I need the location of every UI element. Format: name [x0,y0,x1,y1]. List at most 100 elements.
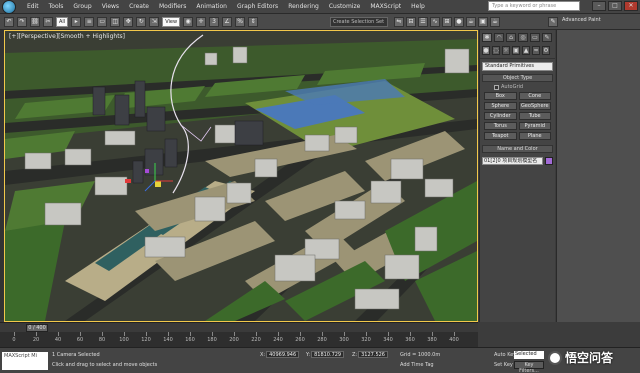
tube-button[interactable]: Tube [518,112,551,120]
geometry-icon[interactable]: ● [482,46,490,55]
autogrid-checkbox[interactable] [494,84,499,90]
unlink-icon[interactable]: ✂ [43,16,53,27]
minimize-button[interactable]: – [592,1,606,11]
systems-icon[interactable]: ⚙ [542,46,550,55]
grid-size: Grid = 1000.0m [400,352,441,358]
search-input[interactable]: Type a keyword or phrase [488,1,580,11]
track-tick [190,332,191,336]
max-window: Edit Tools Group Views Create Modifiers … [0,0,640,373]
motion-tab-icon[interactable]: ◎ [518,33,528,42]
spinner-snap-icon[interactable]: ⇕ [248,16,259,27]
x-value[interactable]: 40969.946 [266,351,300,358]
close-button[interactable]: ✕ [624,1,638,11]
object-color-swatch[interactable] [545,157,553,165]
menu-customize[interactable]: Customize [324,3,366,10]
command-panel: ✱ ◠ ⌂ ◎ ▭ ✎ ● ◌ ☼ ▣ ▲ ≈ ⚙ Standard Primi… [479,30,555,322]
cameras-icon[interactable]: ▣ [512,46,520,55]
undo-icon[interactable]: ↶ [4,16,14,27]
track-tick [278,332,279,336]
select-object-icon[interactable]: ▸ [71,16,82,27]
menu-graph-editors[interactable]: Graph Editors [232,3,283,10]
utilities-tab-icon[interactable]: ✎ [542,33,552,42]
curve-editor-icon[interactable]: ∿ [430,17,440,27]
menu-views[interactable]: Views [97,3,124,10]
spacewarps-icon[interactable]: ≈ [532,46,540,55]
track-tick [58,332,59,336]
scale-icon[interactable]: ⇲ [149,16,160,27]
named-selection-set-dropdown[interactable]: Create Selection Set [330,17,388,27]
menu-edit[interactable]: Edit [22,3,44,10]
track-tick [234,332,235,336]
modify-tab-icon[interactable]: ◠ [494,33,504,42]
category-dropdown[interactable]: Standard Primitives [482,62,553,71]
pivot-icon[interactable]: ◉ [183,16,194,27]
selection-filter-dropdown[interactable]: All [56,16,69,27]
angle-snap-icon[interactable]: ∠ [222,16,233,27]
render-icon[interactable]: ☕ [490,17,500,27]
teapot-button[interactable]: Teapot [484,132,517,140]
torus-button[interactable]: Torus [484,122,517,130]
align-icon[interactable]: ⊟ [406,17,416,27]
rotate-icon[interactable]: ↻ [136,16,147,27]
hierarchy-tab-icon[interactable]: ⌂ [506,33,516,42]
perspective-viewport[interactable]: [+][Perspective][Smooth + Highlights] [4,30,478,322]
app-logo-icon[interactable] [2,0,16,14]
manipulate-icon[interactable]: ✛ [196,16,207,27]
create-tab-icon[interactable]: ✱ [482,33,492,42]
menu-rendering[interactable]: Rendering [283,3,324,10]
sphere-button[interactable]: Sphere [484,102,517,110]
shapes-icon[interactable]: ◌ [492,46,500,55]
move-icon[interactable]: ✥ [123,16,134,27]
maximize-button[interactable]: □ [608,1,622,11]
redo-icon[interactable]: ↷ [17,16,27,27]
box-button[interactable]: Box [484,92,517,100]
rect-select-icon[interactable]: ▭ [97,16,108,27]
key-selection-dropdown[interactable]: Selected [514,351,544,359]
maxscript-listener[interactable]: MAXScript Mi [2,352,48,370]
y-value[interactable]: 81810.729 [311,351,345,358]
helpers-icon[interactable]: ▲ [522,46,530,55]
menu-create[interactable]: Create [124,3,154,10]
reference-coord-dropdown[interactable]: View [162,16,181,27]
schematic-icon[interactable]: ⊞ [442,17,452,27]
track-bar[interactable]: 0 20 40 60 80 100 120 140 160 180 200 220 240 260 280 3… [0,332,478,347]
object-name-field[interactable]: 01[2]0 项目规划模型名 [482,157,543,165]
menu-group[interactable]: Group [68,3,96,10]
menu-modifiers[interactable]: Modifiers [154,3,191,10]
lights-icon[interactable]: ☼ [502,46,510,55]
window-crossing-icon[interactable]: ◫ [110,16,121,27]
time-slider-thumb[interactable]: 0 / 400 [26,324,48,332]
auto-key-button[interactable]: Auto Key [494,352,516,358]
plane-button[interactable]: Plane [518,132,551,140]
advanced-paint-label[interactable]: Advanced Paint [562,17,601,23]
cone-button[interactable]: Cone [518,92,551,100]
link-icon[interactable]: ⛓ [30,16,40,27]
menu-help[interactable]: Help [406,3,430,10]
layer-icon[interactable]: ☰ [418,17,428,27]
menu-tools[interactable]: Tools [44,3,69,10]
material-editor-icon[interactable]: ● [454,17,464,27]
pyramid-button[interactable]: Pyramid [518,122,551,130]
set-key-button[interactable]: Set Key [494,362,513,368]
snap-icon[interactable]: 3 [209,16,220,27]
menu-animation[interactable]: Animation [191,3,232,10]
geosphere-button[interactable]: GeoSphere [518,102,551,110]
key-filters-button[interactable]: Key Filters... [514,361,544,373]
render-setup-icon[interactable]: ☕ [466,17,476,27]
time-slider[interactable]: 0 / 400 [0,322,478,332]
paint-icon[interactable]: ✎ [548,17,558,27]
track-tick [168,332,169,336]
name-and-color-rollout[interactable]: Name and Color [482,145,553,153]
object-type-rollout[interactable]: Object Type [482,74,553,82]
mirror-icon[interactable]: ⇋ [394,17,404,27]
add-time-tag[interactable]: Add Time Tag [400,362,434,368]
rendered-frame-icon[interactable]: ▣ [478,17,488,27]
menu-maxscript[interactable]: MAXScript [365,3,406,10]
viewport-label[interactable]: [+][Perspective][Smooth + Highlights] [9,33,125,40]
percent-snap-icon[interactable]: % [235,16,246,27]
select-by-name-icon[interactable]: ≡ [84,16,95,27]
z-value[interactable]: 3127.526 [358,351,388,358]
display-tab-icon[interactable]: ▭ [530,33,540,42]
z-coordinate: Z: 3127.526 [352,351,388,358]
cylinder-button[interactable]: Cylinder [484,112,517,120]
